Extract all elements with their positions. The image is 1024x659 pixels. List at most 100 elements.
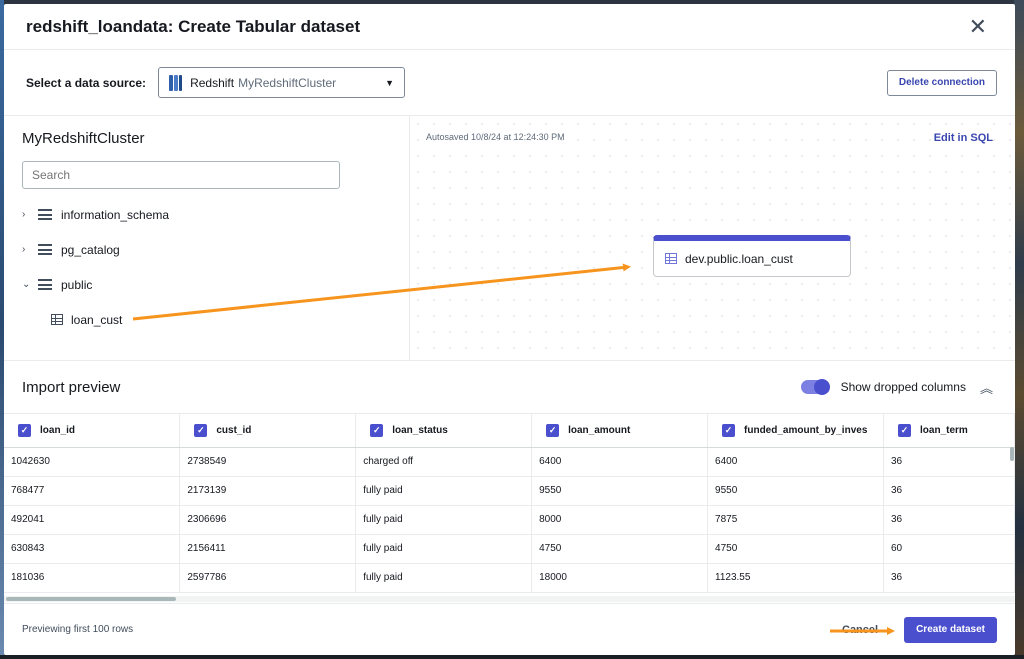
edit-in-sql-link[interactable]: Edit in SQL [934, 132, 993, 144]
table-row: 768477 2173139 fully paid 9550 9550 36 [4, 476, 1015, 506]
join-canvas[interactable]: Autosaved 10/8/24 at 12:24:30 PM Edit in… [410, 116, 1015, 360]
chevron-right-icon[interactable]: › [22, 244, 38, 255]
table-row: 630843 2156411 fully paid 4750 4750 60 [4, 534, 1015, 564]
horizontal-scrollbar[interactable] [4, 596, 1015, 602]
chevron-down-icon[interactable]: ⌄ [22, 279, 38, 290]
column-header[interactable]: ✓ loan_term [883, 414, 1015, 448]
table-cell: 2597786 [179, 563, 357, 593]
preview-grid: ✓ loan_id ✓ cust_id ✓ loan_status ✓ loan_amo… [4, 413, 1015, 602]
schema-explorer: MyRedshiftCluster › information_schema ›… [4, 116, 410, 360]
tree-item-label: information_schema [61, 207, 170, 222]
schema-icon [38, 209, 52, 220]
checkbox-icon[interactable]: ✓ [722, 423, 736, 437]
table-node[interactable]: dev.public.loan_cust [653, 235, 851, 277]
table-cell: 4750 [707, 534, 884, 564]
cancel-button[interactable]: Cancel [842, 624, 878, 636]
table-header-row: ✓ loan_id ✓ cust_id ✓ loan_status ✓ loan_amo… [4, 414, 1015, 448]
delete-connection-button[interactable]: Delete connection [886, 69, 997, 96]
tree-item-public[interactable]: ⌄ public [22, 267, 409, 302]
table-cell: fully paid [355, 476, 533, 506]
table-cell: 36 [883, 505, 1015, 535]
preview-row-count: Previewing first 100 rows [22, 624, 134, 635]
table-cell: fully paid [355, 563, 533, 593]
table-cell: 2306696 [179, 505, 357, 535]
tree-item-pg-catalog[interactable]: › pg_catalog [22, 232, 409, 267]
table-node-label: dev.public.loan_cust [685, 251, 793, 266]
table-cell: 2738549 [179, 447, 357, 477]
table-icon [51, 314, 63, 325]
tree-item-label: loan_cust [71, 312, 123, 327]
column-header[interactable]: ✓ cust_id [179, 414, 357, 448]
checkbox-icon[interactable]: ✓ [370, 423, 384, 437]
column-header[interactable]: ✓ loan_status [355, 414, 533, 448]
dialog-header: redshift_loandata: Create Tabular datase… [4, 4, 1015, 50]
table-cell: 60 [883, 534, 1015, 564]
autosave-status: Autosaved 10/8/24 at 12:24:30 PM [426, 132, 565, 142]
table-row: 492041 2306696 fully paid 8000 7875 36 [4, 505, 1015, 535]
data-source-select[interactable]: Redshift MyRedshiftCluster ▼ [158, 67, 406, 98]
data-source-name: Redshift [190, 75, 235, 90]
checkbox-icon[interactable]: ✓ [898, 423, 911, 437]
table-icon [665, 253, 677, 264]
toggle-label: Show dropped columns [840, 380, 966, 394]
column-header[interactable]: ✓ loan_id [4, 414, 181, 448]
close-icon[interactable]: ✕ [969, 15, 995, 38]
column-header[interactable]: ✓ loan_amount [531, 414, 709, 448]
chevron-up-icon[interactable]: ︽ [980, 378, 993, 397]
data-source-bar: Select a data source: Redshift MyRedshif… [4, 50, 1015, 116]
tree-item-loan-cust[interactable]: loan_cust [22, 302, 409, 337]
table-cell: 6400 [707, 447, 884, 477]
table-cell: 181036 [4, 563, 181, 593]
table-cell: 630843 [4, 534, 181, 564]
tree-item-information-schema[interactable]: › information_schema [22, 197, 409, 232]
caret-down-icon: ▼ [385, 77, 395, 88]
dialog-title: redshift_loandata: Create Tabular datase… [26, 16, 361, 36]
tree-item-label: pg_catalog [61, 242, 120, 257]
builder-area: MyRedshiftCluster › information_schema ›… [4, 116, 1015, 361]
table-cell: 9550 [707, 476, 884, 506]
checkbox-icon[interactable]: ✓ [546, 423, 560, 437]
table-cell: fully paid [355, 534, 533, 564]
show-dropped-columns: Show dropped columns ︽ [800, 378, 993, 397]
table-row: 181036 2597786 fully paid 18000 1123.55 … [4, 563, 1015, 593]
data-source-label: Select a data source: [26, 75, 147, 90]
table-cell: 492041 [4, 505, 181, 535]
checkbox-icon[interactable]: ✓ [18, 423, 31, 437]
table-cell: 2173139 [179, 476, 357, 506]
import-preview-title: Import preview [22, 378, 121, 396]
show-dropped-columns-toggle[interactable] [800, 379, 830, 395]
table-cell: 1123.55 [707, 563, 884, 593]
table-cell: 8000 [531, 505, 709, 535]
schema-icon [38, 244, 52, 255]
create-dataset-dialog: redshift_loandata: Create Tabular datase… [4, 4, 1015, 655]
redshift-icon [169, 74, 183, 91]
table-cell: fully paid [355, 505, 533, 535]
table-cell: 9550 [531, 476, 709, 506]
cluster-title: MyRedshiftCluster [22, 130, 145, 147]
preview-table: ✓ loan_id ✓ cust_id ✓ loan_status ✓ loan_amo… [4, 414, 1015, 593]
vertical-scrollbar[interactable] [1010, 447, 1014, 461]
table-cell: 4750 [531, 534, 709, 564]
table-row: 1042630 2738549 charged off 6400 6400 36 [4, 447, 1015, 477]
schema-tree: › information_schema › pg_catalog ⌄ publ… [22, 197, 409, 337]
table-cell: 6400 [531, 447, 709, 477]
table-cell: 18000 [531, 563, 709, 593]
table-cell: charged off [355, 447, 533, 477]
schema-search-input[interactable] [22, 161, 340, 189]
table-cell: 7875 [707, 505, 884, 535]
table-cell: 36 [883, 563, 1015, 593]
dialog-footer: Previewing first 100 rows Cancel Create … [4, 603, 1015, 655]
schema-icon [38, 279, 52, 290]
tree-item-label: public [61, 277, 93, 292]
scrollbar-thumb[interactable] [6, 597, 176, 601]
import-preview-header: Import preview Show dropped columns ︽ [4, 361, 1015, 413]
table-cell: 768477 [4, 476, 181, 506]
table-cell: 36 [883, 476, 1015, 506]
table-cell: 1042630 [4, 447, 181, 477]
chevron-right-icon[interactable]: › [22, 209, 38, 220]
create-dataset-button[interactable]: Create dataset [904, 616, 997, 643]
table-cell: 2156411 [179, 534, 357, 564]
data-source-cluster: MyRedshiftCluster [238, 75, 337, 90]
column-header[interactable]: ✓ funded_amount_by_inves [707, 414, 884, 448]
checkbox-icon[interactable]: ✓ [194, 423, 208, 437]
